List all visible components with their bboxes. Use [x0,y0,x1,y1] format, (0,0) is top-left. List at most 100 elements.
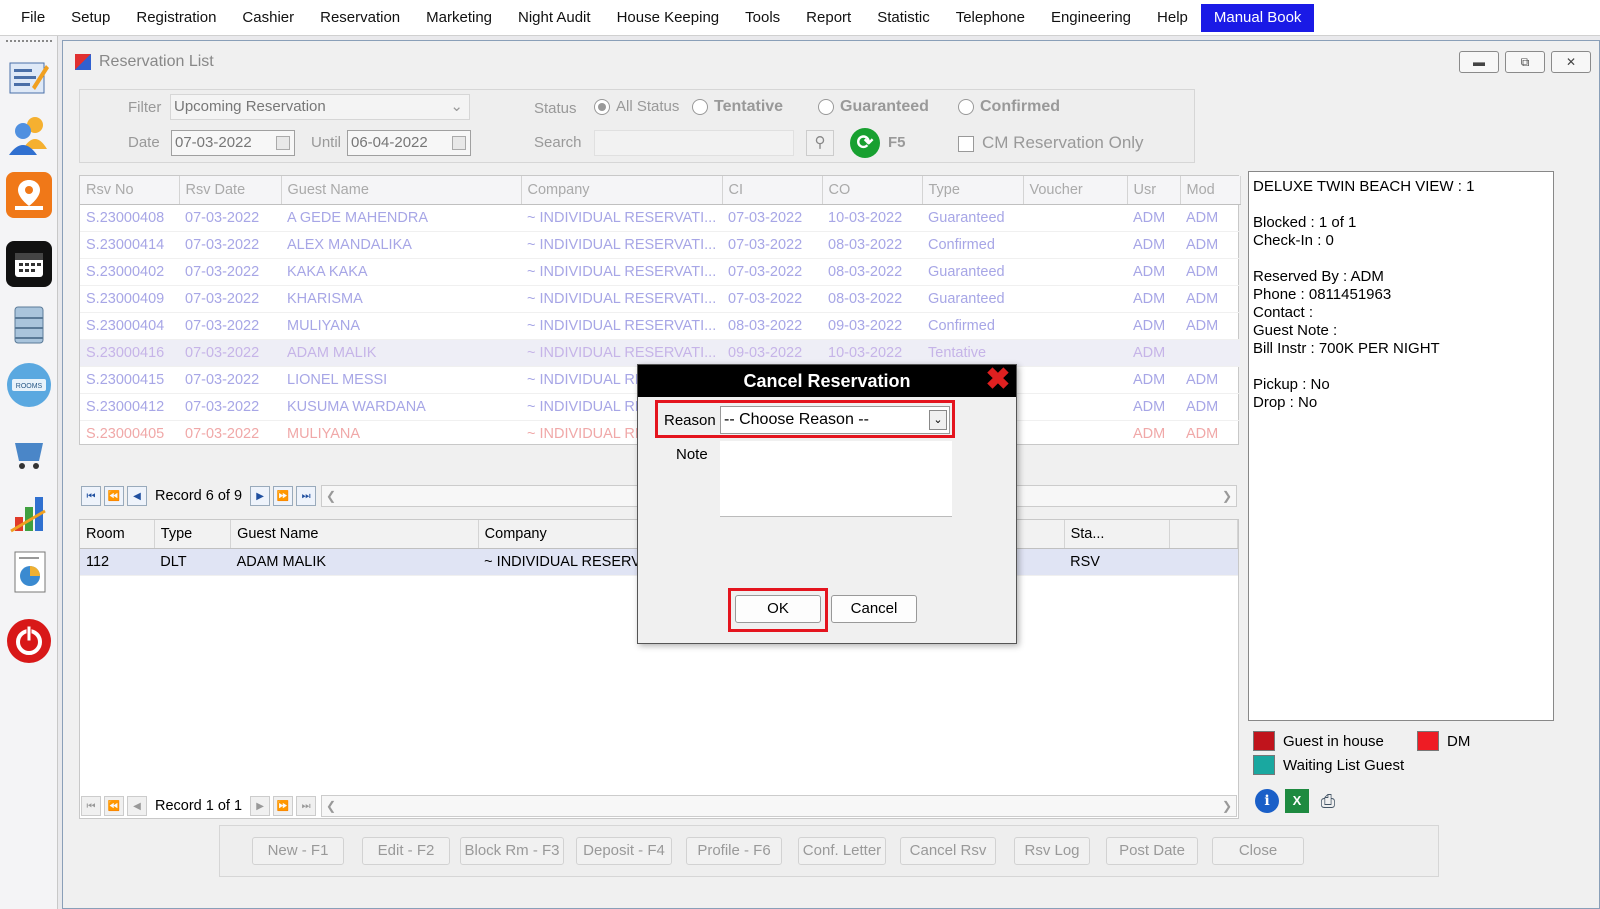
column-header[interactable] [1169,520,1239,549]
prev-record-icon[interactable]: ◀ [127,486,147,506]
column-header[interactable]: Guest Name [281,176,522,205]
status-radio-all[interactable]: All Status [594,98,679,116]
table-row[interactable]: S.23000404 07-03-2022 MULIYANA ~ INDIVIDUAL… [80,312,1240,340]
refresh-icon[interactable]: ⟳ [850,128,880,158]
menu-file[interactable]: File [8,4,58,32]
table-row[interactable]: S.23000409 07-03-2022 KHARISMA ~ INDIVIDUAL… [80,285,1240,313]
menu-manual-book[interactable]: Manual Book [1200,3,1315,32]
table-row[interactable]: S.23000414 07-03-2022 ALEX MANDALIKA ~ INDI… [80,231,1240,259]
scroll-left-icon[interactable]: ❮ [322,796,340,816]
scroll-right-icon[interactable]: ❯ [1218,796,1236,816]
cm-reservation-only-checkbox[interactable]: CM Reservation Only [958,133,1144,153]
filter-select[interactable]: Upcoming Reservation ⌄ [170,94,470,120]
column-header[interactable]: Rsv Date [179,176,282,205]
dialog-close-icon[interactable]: ✖ [984,365,1012,395]
ok-button[interactable]: OK [735,595,821,623]
column-header[interactable]: Type [922,176,1024,205]
new-f1-button[interactable]: New - F1 [252,837,344,865]
guests-icon[interactable] [6,112,52,158]
minimize-button[interactable]: ▬ [1459,51,1499,73]
menu-marketing[interactable]: Marketing [413,4,505,32]
column-header[interactable]: CI [722,176,823,205]
restore-button[interactable]: ⧉ [1505,51,1545,73]
print-icon[interactable]: ⎙ [1315,789,1341,813]
chevron-down-icon[interactable]: ⌄ [929,410,947,430]
menu-report[interactable]: Report [793,4,864,32]
excel-export-icon[interactable]: X [1285,789,1309,813]
date-until-input[interactable]: 06-04-2022 [347,130,471,156]
column-header[interactable]: CO [822,176,923,205]
calendar-picker-icon[interactable] [276,136,290,150]
menu-registration[interactable]: Registration [123,4,229,32]
menu-house-keeping[interactable]: House Keeping [604,4,733,32]
cancel-button[interactable]: Cancel [831,595,917,623]
menu-tools[interactable]: Tools [732,4,793,32]
prev-record-icon[interactable]: ◀ [127,796,147,816]
date-from-input[interactable]: 07-03-2022 [171,130,295,156]
table-row[interactable]: S.23000402 07-03-2022 KAKA KAKA ~ INDIVIDUA… [80,258,1240,286]
prev-page-icon[interactable]: ⏪ [104,486,124,506]
menu-cashier[interactable]: Cashier [229,4,307,32]
table-row[interactable]: S.23000408 07-03-2022 A GEDE MAHENDRA ~ IND… [80,204,1240,232]
column-header[interactable]: Mod [1180,176,1241,205]
next-record-icon[interactable]: ▶ [250,486,271,506]
status-radio-confirmed[interactable]: Confirmed [958,98,1060,116]
database-icon[interactable] [6,302,52,348]
column-header[interactable]: Voucher [1023,176,1128,205]
first-page-icon[interactable]: ⏮ [81,486,101,506]
column-header[interactable]: Rsv No [80,176,180,205]
info-icon[interactable]: i [1255,789,1279,813]
last-page-icon[interactable]: ⏭ [296,486,317,506]
menu-help[interactable]: Help [1144,4,1201,32]
next-page-icon[interactable]: ⏩ [273,796,294,816]
menu-statistic[interactable]: Statistic [864,4,943,32]
table-row[interactable]: S.23000416 07-03-2022 ADAM MALIK ~ INDIVIDU… [80,339,1240,367]
menu-telephone[interactable]: Telephone [943,4,1038,32]
menu-reservation[interactable]: Reservation [307,4,413,32]
registration-form-icon[interactable] [6,54,52,100]
column-header[interactable]: Guest Name [230,520,479,549]
menu-setup[interactable]: Setup [58,4,123,32]
calendar-icon[interactable] [6,241,52,287]
close-window-button[interactable]: ✕ [1551,51,1591,73]
post-date-button[interactable]: Post Date [1106,837,1198,865]
column-header[interactable]: Room [80,520,155,549]
location-map-icon[interactable] [6,172,52,218]
edit-f2-button[interactable]: Edit - F2 [362,837,450,865]
column-header[interactable]: Type [154,520,232,549]
conf-letter-button[interactable]: Conf. Letter [798,837,886,865]
deposit-f4-button[interactable]: Deposit - F4 [576,837,672,865]
column-header[interactable]: Sta... [1064,520,1170,549]
scroll-left-icon[interactable]: ❮ [322,486,340,506]
rsv-log-button[interactable]: Rsv Log [1014,837,1090,865]
statistic-chart-icon[interactable] [6,490,52,536]
rooms-available-icon[interactable]: ROOMS [6,362,52,408]
search-icon[interactable]: ⚲ [806,130,834,156]
block-rm-f3-button[interactable]: Block Rm - F3 [460,837,564,865]
profile-f6-button[interactable]: Profile - F6 [686,837,782,865]
first-page-icon[interactable]: ⏮ [81,796,101,816]
table-cell: 07-03-2022 [722,204,822,232]
column-header[interactable]: Company [521,176,723,205]
last-page-icon[interactable]: ⏭ [296,796,317,816]
room-hscrollbar[interactable]: ❮ ❯ [321,795,1237,817]
search-input[interactable] [594,130,794,156]
reason-select[interactable]: -- Choose Reason -- ⌄ [720,406,950,434]
next-page-icon[interactable]: ⏩ [273,486,294,506]
status-radio-tentative[interactable]: Tentative [692,98,783,116]
report-document-icon[interactable] [6,550,52,596]
calendar-picker-icon[interactable] [452,136,466,150]
close-button[interactable]: Close [1212,837,1304,865]
prev-page-icon[interactable]: ⏪ [104,796,124,816]
status-radio-guaranteed[interactable]: Guaranteed [818,98,929,116]
cancel-rsv-button[interactable]: Cancel Rsv [900,837,996,865]
menu-bar: File Setup Registration Cashier Reservation M… [0,0,1600,36]
column-header[interactable]: Usr [1127,176,1181,205]
menu-night-audit[interactable]: Night Audit [505,4,604,32]
note-textarea[interactable] [720,441,952,517]
power-off-icon[interactable] [6,618,52,664]
menu-engineering[interactable]: Engineering [1038,4,1144,32]
scroll-right-icon[interactable]: ❯ [1218,486,1236,506]
next-record-icon[interactable]: ▶ [250,796,271,816]
housekeeping-cart-icon[interactable] [6,430,52,476]
